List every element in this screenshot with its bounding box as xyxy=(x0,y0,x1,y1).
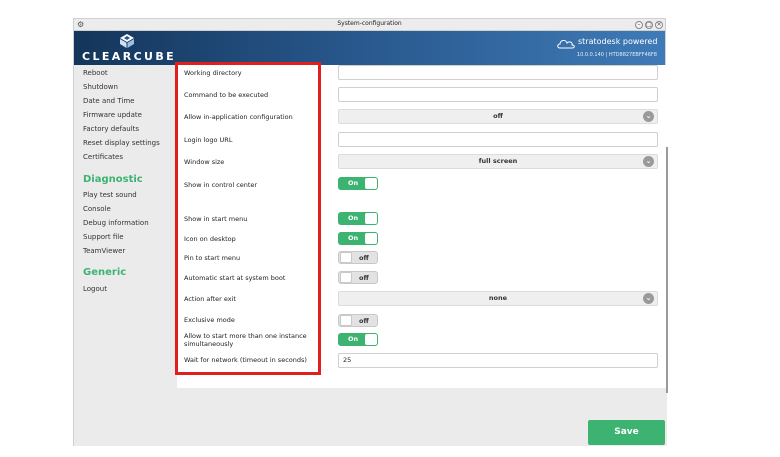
multi-instance-toggle[interactable]: On xyxy=(338,333,378,346)
sidebar-item-factory-defaults[interactable]: Factory defaults xyxy=(83,125,139,133)
title-bar: ⚙ System-configuration – □ × xyxy=(74,19,665,31)
wait-network-input[interactable]: 25 xyxy=(338,353,658,368)
sidebar-item-teamviewer[interactable]: TeamViewer xyxy=(83,247,125,255)
toggle-state: On xyxy=(348,179,359,187)
chevron-down-icon[interactable]: ⌄ xyxy=(643,156,654,167)
exclusive-mode-toggle[interactable]: off xyxy=(338,314,378,327)
section-generic: Generic xyxy=(83,267,127,278)
in-app-config-value: off xyxy=(493,112,503,120)
toggle-state: off xyxy=(359,254,369,262)
brand-name: CLEARCUBE xyxy=(82,50,177,63)
show-control-center-toggle[interactable]: On xyxy=(338,177,378,190)
toggle-state: On xyxy=(348,335,359,343)
version-info: 10.0.0.140 | HTD8827EBFF46F8 xyxy=(577,52,657,58)
sidebar-item-certificates[interactable]: Certificates xyxy=(83,153,123,161)
cloud-icon xyxy=(557,40,575,49)
sidebar-item-shutdown[interactable]: Shutdown xyxy=(83,83,118,91)
pin-start-toggle[interactable]: off xyxy=(338,251,378,264)
show-start-menu-toggle[interactable]: On xyxy=(338,212,378,225)
sidebar-item-firmware-update[interactable]: Firmware update xyxy=(83,111,142,119)
clearcube-logo-icon xyxy=(120,34,134,48)
highlight-box xyxy=(175,62,321,375)
window-size-value: full screen xyxy=(478,157,518,165)
sidebar-item-play-test-sound[interactable]: Play test sound xyxy=(83,191,137,199)
minimize-icon[interactable]: – xyxy=(635,21,643,29)
action-after-exit-select[interactable]: none ⌄ xyxy=(338,291,658,306)
toggle-knob xyxy=(365,233,377,244)
toggle-knob xyxy=(340,252,352,263)
command-input[interactable] xyxy=(338,87,658,102)
close-icon[interactable]: × xyxy=(655,21,663,29)
sidebar-item-logout[interactable]: Logout xyxy=(83,285,107,293)
in-app-config-select[interactable]: off ⌄ xyxy=(338,109,658,124)
sidebar-item-reset-display[interactable]: Reset display settings xyxy=(83,139,160,147)
window-title: System-configuration xyxy=(337,20,402,27)
chevron-down-icon[interactable]: ⌄ xyxy=(643,111,654,122)
app-header: CLEARCUBE stratodesk powered 10.0.0.140 … xyxy=(74,31,665,65)
sidebar xyxy=(74,65,177,446)
sidebar-item-debug-information[interactable]: Debug information xyxy=(83,219,149,227)
version-number: 10.0.0.140 xyxy=(576,52,604,58)
device-id: HTD8827EBFF46F8 xyxy=(608,52,657,58)
toggle-knob xyxy=(365,178,377,189)
toggle-state: off xyxy=(359,317,369,325)
toggle-knob xyxy=(340,315,352,326)
save-button[interactable]: Save xyxy=(588,420,665,445)
autostart-toggle[interactable]: off xyxy=(338,271,378,284)
sidebar-item-reboot[interactable]: Reboot xyxy=(83,69,108,77)
working-directory-input[interactable] xyxy=(338,65,658,80)
sidebar-item-date-time[interactable]: Date and Time xyxy=(83,97,134,105)
toggle-knob xyxy=(340,272,352,283)
maximize-icon[interactable]: □ xyxy=(645,21,653,29)
window-size-select[interactable]: full screen ⌄ xyxy=(338,154,658,169)
toggle-state: off xyxy=(359,274,369,282)
toggle-state: On xyxy=(348,214,359,222)
sidebar-item-console[interactable]: Console xyxy=(83,205,111,213)
chevron-down-icon[interactable]: ⌄ xyxy=(643,293,654,304)
toggle-knob xyxy=(365,213,377,224)
toggle-knob xyxy=(365,334,377,345)
login-logo-input[interactable] xyxy=(338,132,658,147)
section-diagnostic: Diagnostic xyxy=(83,174,143,185)
vertical-scrollbar[interactable] xyxy=(666,147,668,393)
toggle-state: On xyxy=(348,234,359,242)
sidebar-item-support-file[interactable]: Support file xyxy=(83,233,124,241)
action-after-exit-value: none xyxy=(488,294,508,302)
stratodesk-powered-label: stratodesk powered xyxy=(578,37,658,46)
icon-desktop-toggle[interactable]: On xyxy=(338,232,378,245)
